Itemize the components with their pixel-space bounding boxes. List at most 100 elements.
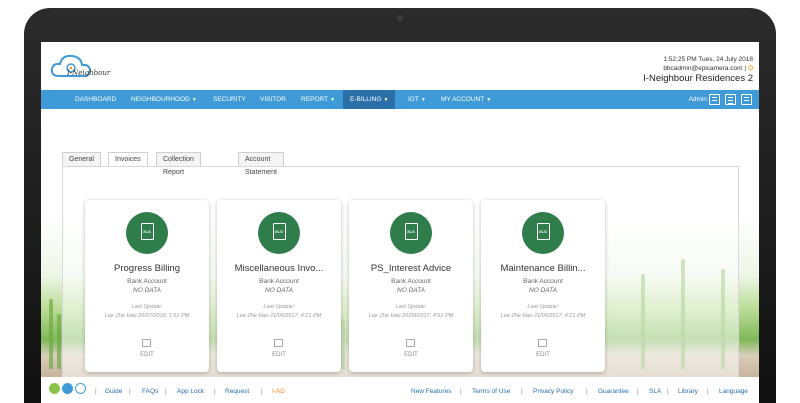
tab-label: General <box>69 156 94 163</box>
app-screen: I-Neighbour 1:52:25 PM Tues, 24 July 201… <box>41 42 759 403</box>
nav-label: DASHBOARD <box>75 96 117 103</box>
separator: | <box>460 388 462 395</box>
footer-link-library[interactable]: Library <box>678 388 698 395</box>
card-title: Miscellaneous Invo... <box>234 263 324 274</box>
footer-link-terms[interactable]: Terms of Use <box>472 388 510 395</box>
footer-link-guide[interactable]: Guide <box>105 388 122 395</box>
grass-blade <box>57 314 61 369</box>
header-datetime: 1:52:25 PM Tues, 24 July 2018 <box>663 56 753 63</box>
xls-file-icon: XLS <box>258 212 300 254</box>
card-update-info: Lee Zhe Hao 20/07/2018, 1:51 PM <box>104 313 190 319</box>
card-update-label: Last Update: <box>395 304 427 310</box>
tab-label: Account Statement <box>245 156 277 176</box>
nav-e-billing[interactable]: E-BILLING ▼ <box>343 90 396 109</box>
user-email[interactable]: bbcadmin@epicamera.com | <box>663 65 746 72</box>
nav-label: VISITOR <box>260 96 286 103</box>
nav-security[interactable]: SECURITY <box>213 90 246 109</box>
cloud-icon[interactable] <box>75 383 86 394</box>
caret-down-icon: ▼ <box>329 97 335 103</box>
app-footer: | Guide | FAQs | App Lock | Request | I-… <box>41 377 759 403</box>
nav-my-account[interactable]: MY ACCOUNT ▼ <box>441 90 491 109</box>
nav-label: MY ACCOUNT <box>441 96 485 103</box>
user-profile-icon[interactable] <box>709 94 720 105</box>
nav-neighbourhood[interactable]: NEIGHBOURHOOD ▼ <box>131 90 197 109</box>
invoice-card[interactable]: XLS Maintenance Billin... Bank Account N… <box>481 200 605 372</box>
card-update-info: Lee Zhe Hao 21/09/2017, 4:21 PM <box>236 313 322 319</box>
nav-label: NEIGHBOURHOOD <box>131 96 190 103</box>
nav-visitor[interactable]: VISITOR <box>260 90 286 109</box>
caret-down-icon: ▼ <box>420 97 426 103</box>
footer-link-request[interactable]: Request <box>225 388 249 395</box>
card-update-info: Lee Zhe Hao 20/09/2017, 4:51 PM <box>368 313 454 319</box>
edit-button[interactable]: EDIT <box>481 352 605 358</box>
card-update-label: Last Update: <box>263 304 295 310</box>
xls-file-icon: XLS <box>390 212 432 254</box>
document-icon[interactable] <box>725 94 736 105</box>
caret-down-icon: ▼ <box>383 97 389 103</box>
header-user-email: bbcadmin@epicamera.com | ⏻ <box>643 64 753 73</box>
edit-button[interactable]: EDIT <box>85 352 209 358</box>
edit-button[interactable]: EDIT <box>217 352 341 358</box>
card-update-label: Last Update: <box>527 304 559 310</box>
nav-admin-label[interactable]: Admin <box>689 90 707 109</box>
card-subtitle: Bank Account <box>391 278 431 285</box>
nav-label: E-BILLING <box>350 96 382 103</box>
edit-button[interactable]: EDIT <box>349 352 473 358</box>
invoice-card[interactable]: XLS Miscellaneous Invo... Bank Account N… <box>217 200 341 372</box>
xls-file-icon: XLS <box>522 212 564 254</box>
invoice-card[interactable]: XLS PS_Interest Advice Bank Account NO D… <box>349 200 473 372</box>
card-status: NO DATA <box>133 287 161 294</box>
tab-general[interactable]: General <box>62 152 101 166</box>
nav-label: REPORT <box>301 96 328 103</box>
edit-icon[interactable] <box>538 339 547 347</box>
card-status: NO DATA <box>265 287 293 294</box>
footer-link-sla[interactable]: SLA <box>649 388 661 395</box>
edit-icon[interactable] <box>406 339 415 347</box>
tab-account-statement[interactable]: Account Statement <box>238 152 284 176</box>
separator: | <box>95 388 97 395</box>
footer-link-language[interactable]: Language <box>719 388 748 395</box>
tab-label: Invoices <box>115 156 141 163</box>
footer-link-guarantee[interactable]: Guarantee <box>598 388 629 395</box>
card-title: PS_Interest Advice <box>370 263 452 274</box>
card-title: Maintenance Billin... <box>500 263 586 274</box>
caret-down-icon: ▼ <box>486 97 492 103</box>
main-nav: DASHBOARD NEIGHBOURHOOD ▼ SECURITY VISITO… <box>41 90 759 109</box>
edit-icon[interactable] <box>142 339 151 347</box>
header-info: 1:52:25 PM Tues, 24 July 2018 bbcadmin@e… <box>643 55 753 85</box>
invoice-card[interactable]: XLS Progress Billing Bank Account NO DAT… <box>85 200 209 372</box>
nav-dashboard[interactable]: DASHBOARD <box>75 90 116 109</box>
logo-text: I-Neighbour <box>67 69 111 77</box>
xls-file-icon: XLS <box>126 212 168 254</box>
separator: | <box>129 388 131 395</box>
separator: | <box>261 388 263 395</box>
notification-icon[interactable] <box>741 94 752 105</box>
footer-link-new-features[interactable]: New Features <box>411 388 451 395</box>
card-subtitle: Bank Account <box>259 278 299 285</box>
android-icon[interactable] <box>49 383 60 394</box>
footer-link-faqs[interactable]: FAQs <box>142 388 158 395</box>
tab-invoices[interactable]: Invoices <box>108 152 148 166</box>
footer-link-i-ad[interactable]: I-AD <box>272 388 285 395</box>
separator: | <box>667 388 669 395</box>
footer-link-privacy[interactable]: Privacy Policy <box>533 388 573 395</box>
separator: | <box>637 388 639 395</box>
apple-icon[interactable] <box>62 383 73 394</box>
card-update-info: Lee Zhe Hao 21/09/2017, 4:21 PM <box>500 313 586 319</box>
separator: | <box>214 388 216 395</box>
power-icon[interactable]: ⏻ <box>748 65 753 72</box>
separator: | <box>165 388 167 395</box>
app-header: I-Neighbour 1:52:25 PM Tues, 24 July 201… <box>41 42 759 90</box>
tab-collection-report[interactable]: Collection Report <box>156 152 201 176</box>
card-subtitle: Bank Account <box>523 278 563 285</box>
nav-label: SECURITY <box>213 96 246 103</box>
footer-link-app-lock[interactable]: App Lock <box>177 388 204 395</box>
separator: | <box>707 388 709 395</box>
nav-label: IOT <box>408 96 419 103</box>
card-status: NO DATA <box>397 287 425 294</box>
nav-report[interactable]: REPORT ▼ <box>301 90 335 109</box>
edit-icon[interactable] <box>274 339 283 347</box>
nav-iot[interactable]: IOT ▼ <box>408 90 426 109</box>
card-title: Progress Billing <box>114 263 180 274</box>
separator: | <box>521 388 523 395</box>
